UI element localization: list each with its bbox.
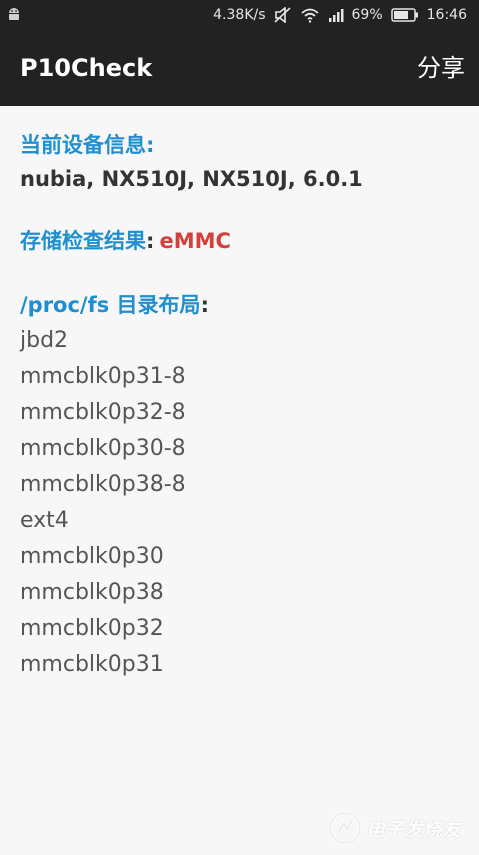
list-item: mmcblk0p32	[20, 616, 164, 641]
device-info-label: 当前设备信息:	[20, 133, 155, 157]
list-item: mmcblk0p30	[20, 544, 164, 569]
list-item: mmcblk0p38	[20, 580, 164, 605]
device-info-value: nubia, NX510J, NX510J, 6.0.1	[20, 167, 363, 191]
network-speed: 4.38K/s	[213, 7, 266, 23]
list-item: mmcblk0p31	[20, 652, 164, 677]
storage-check-line: 存储检查结果: eMMC	[20, 226, 231, 258]
battery-icon	[390, 8, 418, 22]
device-info-label-line: 当前设备信息:	[20, 130, 154, 162]
app-bar: P10Check 分享	[0, 30, 479, 106]
android-notification-icon	[9, 8, 19, 20]
watermark: 电子发烧友	[328, 811, 461, 845]
clock: 16:46	[426, 7, 467, 23]
wifi-icon	[300, 8, 319, 23]
watermark-text: 电子发烧友	[365, 818, 461, 841]
list-item: jbd2	[20, 328, 69, 353]
storage-check-colon: :	[146, 229, 155, 253]
mute-icon	[273, 7, 291, 23]
share-button[interactable]: 分享	[417, 52, 465, 84]
status-bar: 4.38K/s 69% 16:46	[0, 0, 479, 30]
list-item: mmcblk0p31-8	[20, 364, 186, 389]
list-item: ext4	[20, 508, 69, 533]
battery-percent: 69%	[351, 7, 383, 23]
list-item: mmcblk0p38-8	[20, 472, 186, 497]
storage-check-label: 存储检查结果	[20, 229, 146, 253]
watermark-logo-icon	[328, 811, 362, 845]
app-title: P10Check	[20, 54, 153, 82]
proc-fs-colon: :	[200, 293, 209, 317]
list-item: mmcblk0p30-8	[20, 436, 186, 461]
phone-screen: 4.38K/s 69% 16:46 P10Check 分享 当前设备信息: nu…	[0, 0, 479, 855]
storage-type-value: eMMC	[159, 229, 231, 253]
proc-fs-label-line: /proc/fs 目录布局:	[20, 290, 209, 322]
proc-fs-label: /proc/fs 目录布局	[20, 293, 201, 317]
signal-icon	[328, 9, 344, 22]
device-info-value-line: nubia, NX510J, NX510J, 6.0.1	[20, 164, 363, 196]
list-item: mmcblk0p32-8	[20, 400, 186, 425]
